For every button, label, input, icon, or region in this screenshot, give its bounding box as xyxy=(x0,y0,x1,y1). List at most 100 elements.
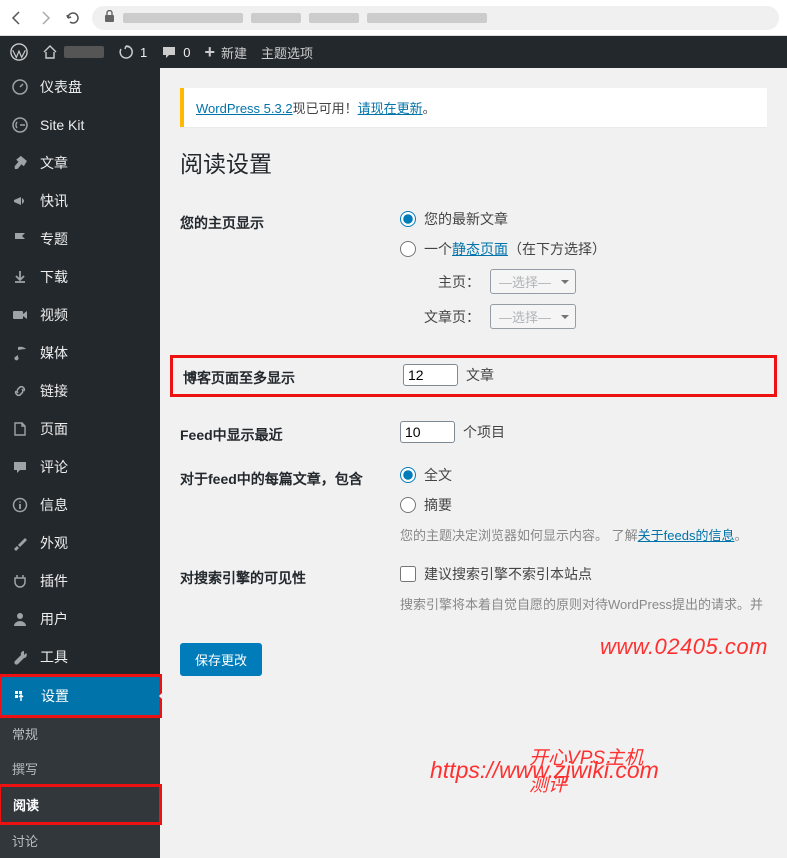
comments-count: 0 xyxy=(183,45,190,60)
homepage-static-radio[interactable] xyxy=(400,241,416,257)
sidebar-item-pages[interactable]: 页面 xyxy=(0,410,160,448)
sidebar-item-label: 外观 xyxy=(40,533,68,553)
plugin-icon xyxy=(10,571,30,591)
feed-summary-radio[interactable] xyxy=(400,497,416,513)
posts-page-select[interactable]: —选择— xyxy=(490,304,576,329)
posts-per-page-unit: 文章 xyxy=(466,365,494,385)
megaphone-icon xyxy=(10,191,30,211)
settings-submenu: 常规 撰写 阅读 讨论 xyxy=(0,716,160,858)
comments-link[interactable]: 0 xyxy=(161,44,190,60)
sidebar-item-appearance[interactable]: 外观 xyxy=(0,524,160,562)
sub-item-discussion[interactable]: 讨论 xyxy=(0,823,160,858)
update-now-link[interactable]: 请现在更新 xyxy=(358,101,423,116)
feed-items-unit: 个项目 xyxy=(463,422,505,442)
flag-icon xyxy=(10,229,30,249)
sidebar-item-media[interactable]: 媒体 xyxy=(0,334,160,372)
download-icon xyxy=(10,267,30,287)
wp-version-link[interactable]: WordPress 5.3.2 xyxy=(196,101,293,116)
sidebar-item-news[interactable]: 快讯 xyxy=(0,182,160,220)
sidebar-item-sitekit[interactable]: Site Kit xyxy=(0,106,160,144)
front-page-label: 主页： xyxy=(420,272,480,292)
video-icon xyxy=(10,305,30,325)
sidebar-item-tools[interactable]: 工具 xyxy=(0,638,160,676)
url-bar[interactable] xyxy=(92,6,779,30)
tools-icon xyxy=(10,647,30,667)
sub-item-reading[interactable]: 阅读 xyxy=(1,787,159,822)
seo-checkbox[interactable] xyxy=(400,566,416,582)
sidebar-item-label: 评论 xyxy=(40,457,68,477)
new-label: 新建 xyxy=(221,43,247,62)
wp-logo-icon[interactable] xyxy=(10,43,28,61)
homepage-label: 您的主页显示 xyxy=(180,209,400,233)
media-icon xyxy=(10,343,30,363)
homepage-latest-radio[interactable] xyxy=(400,211,416,227)
sidebar-item-label: 专题 xyxy=(40,229,68,249)
sidebar-item-settings[interactable]: 设置 xyxy=(1,677,159,715)
feed-full-label: 全文 xyxy=(424,465,452,485)
save-button[interactable]: 保存更改 xyxy=(180,643,262,676)
sidebar-item-label: 仪表盘 xyxy=(40,77,82,97)
feed-description: 您的主题决定浏览器如何显示内容。 了解关于feeds的信息。 xyxy=(400,525,767,544)
page-icon xyxy=(10,419,30,439)
sidebar-item-plugins[interactable]: 插件 xyxy=(0,562,160,600)
sidebar-item-dashboard[interactable]: 仪表盘 xyxy=(0,68,160,106)
sidebar-item-comments[interactable]: 评论 xyxy=(0,448,160,486)
seo-description: 搜索引擎将本着自觉自愿的原则对待WordPress提出的请求。并 xyxy=(400,594,767,613)
watermark: www.02405.com xyxy=(600,634,768,660)
admin-sidebar: 仪表盘 Site Kit 文章 快讯 专题 下载 视频 媒体 xyxy=(0,68,160,794)
sidebar-item-links[interactable]: 链接 xyxy=(0,372,160,410)
sub-item-general[interactable]: 常规 xyxy=(0,716,160,751)
sidebar-item-label: 视频 xyxy=(40,305,68,325)
feed-summary-label: 摘要 xyxy=(424,495,452,515)
link-icon xyxy=(10,381,30,401)
sidebar-item-label: 媒体 xyxy=(40,343,68,363)
back-icon[interactable] xyxy=(8,9,26,27)
updates-count: 1 xyxy=(140,45,147,60)
main-content: WordPress 5.3.2现已可用！请现在更新。 阅读设置 您的主页显示 您… xyxy=(160,68,787,794)
front-page-select[interactable]: —选择— xyxy=(490,269,576,294)
sidebar-item-label: 用户 xyxy=(40,609,68,629)
wp-admin-bar: 1 0 + 新建 主题选项 xyxy=(0,36,787,68)
sidebar-item-label: 工具 xyxy=(40,647,68,667)
feed-full-radio[interactable] xyxy=(400,467,416,483)
page-title: 阅读设置 xyxy=(180,145,767,179)
sidebar-item-video[interactable]: 视频 xyxy=(0,296,160,334)
dashboard-icon xyxy=(10,77,30,97)
posts-per-page-input[interactable] xyxy=(403,364,458,386)
sidebar-item-posts[interactable]: 文章 xyxy=(0,144,160,182)
pin-icon xyxy=(10,153,30,173)
sidebar-item-label: 页面 xyxy=(40,419,68,439)
sidebar-item-info[interactable]: 信息 xyxy=(0,486,160,524)
sidebar-item-label: 插件 xyxy=(40,571,68,591)
sub-item-writing[interactable]: 撰写 xyxy=(0,751,160,786)
sidebar-item-label: 信息 xyxy=(40,495,68,515)
posts-page-label: 文章页： xyxy=(420,307,480,327)
feed-items-label: Feed中显示最近 xyxy=(180,421,400,445)
sidebar-item-label: 文章 xyxy=(40,153,68,173)
sidebar-item-label: 快讯 xyxy=(40,191,68,211)
homepage-latest-label: 您的最新文章 xyxy=(424,209,508,229)
feed-items-input[interactable] xyxy=(400,421,455,443)
site-link[interactable] xyxy=(42,44,104,60)
sidebar-item-users[interactable]: 用户 xyxy=(0,600,160,638)
info-icon xyxy=(10,495,30,515)
sitekit-icon xyxy=(10,115,30,135)
lock-icon xyxy=(104,10,115,26)
appearance-icon xyxy=(10,533,30,553)
feed-content-label: 对于feed中的每篇文章，包含 xyxy=(180,465,400,489)
seo-checkbox-label: 建议搜索引擎不索引本站点 xyxy=(424,564,592,584)
posts-per-page-label: 博客页面至多显示 xyxy=(183,364,403,388)
refresh-icon[interactable] xyxy=(64,9,82,27)
sidebar-item-downloads[interactable]: 下载 xyxy=(0,258,160,296)
theme-options-link[interactable]: 主题选项 xyxy=(261,43,313,62)
sidebar-item-label: 设置 xyxy=(41,686,69,706)
updates-link[interactable]: 1 xyxy=(118,44,147,60)
highlighted-setting: 博客页面至多显示 文章 xyxy=(170,355,777,397)
forward-icon[interactable] xyxy=(36,9,54,27)
new-content-link[interactable]: + 新建 xyxy=(204,42,247,63)
homepage-static-label: 一个静态页面（在下方选择） xyxy=(424,239,606,259)
sidebar-item-label: 下载 xyxy=(40,267,68,287)
sidebar-item-label: 链接 xyxy=(40,381,68,401)
browser-toolbar xyxy=(0,0,787,36)
sidebar-item-topics[interactable]: 专题 xyxy=(0,220,160,258)
